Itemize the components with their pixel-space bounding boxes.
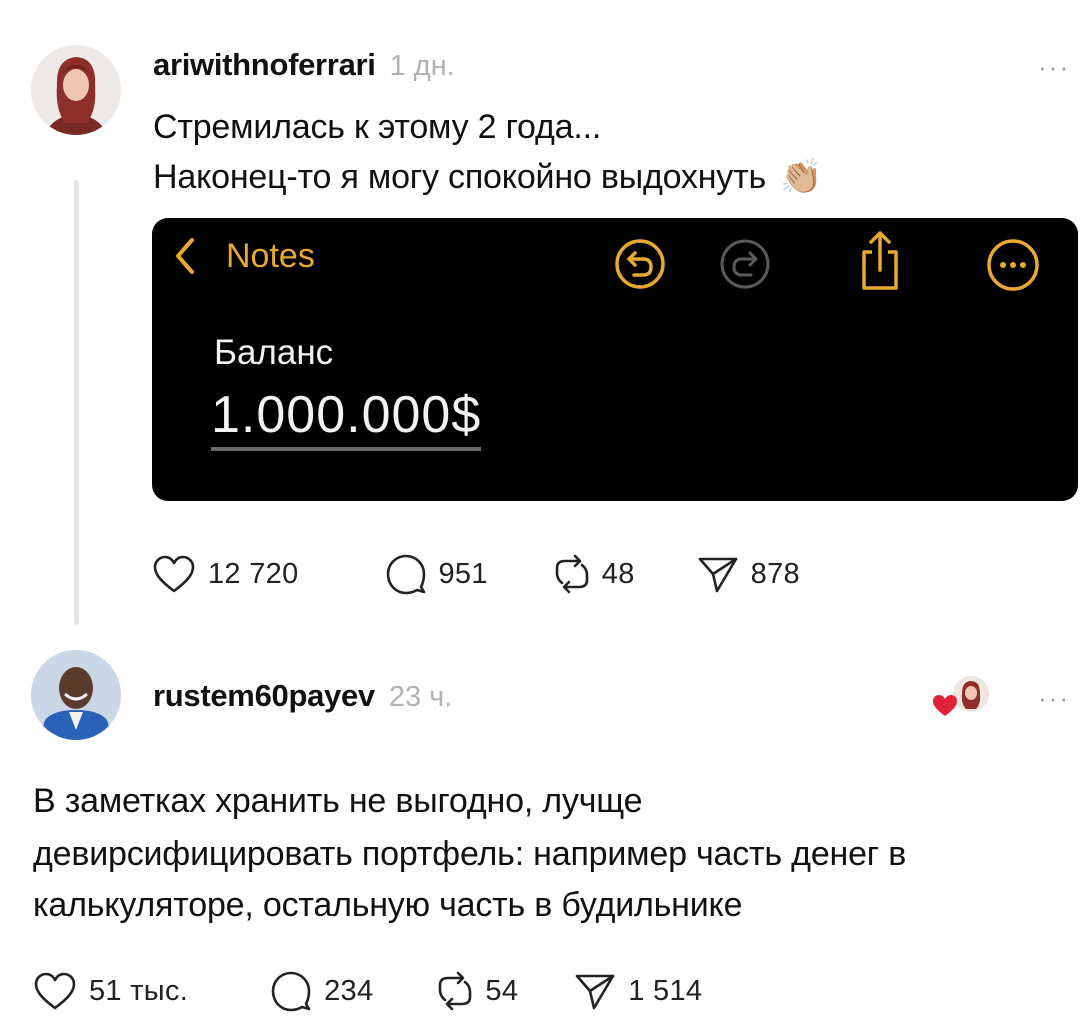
post-username[interactable]: ariwithnoferrari — [153, 47, 376, 83]
reply-repost-button[interactable]: 54 — [437, 970, 518, 1012]
undo-icon[interactable] — [612, 236, 668, 292]
heart-icon — [34, 972, 76, 1010]
reply-text-line-1: В заметках хранить не выгодно, лучще — [33, 782, 643, 820]
reply-more-options-icon[interactable]: ··· — [1038, 683, 1070, 714]
reply-text-line-2: девирсифицировать портфель: например час… — [33, 835, 907, 873]
comment-icon — [271, 971, 311, 1012]
reply-actions: 51 тыс. 234 54 1 514 — [33, 970, 702, 1012]
repost-icon — [439, 971, 472, 1011]
chevron-left-icon — [176, 238, 194, 274]
notes-back-button[interactable]: Notes — [172, 236, 315, 276]
post-text-line-2: Наконец-то я могу спокойно выдохнуть — [153, 158, 766, 196]
reply-text-line-3: калькуляторе, остальную часть в будильни… — [33, 886, 743, 924]
post-actions: 12 720 951 48 878 — [152, 553, 800, 595]
reply-share-button[interactable]: 1 514 — [574, 971, 702, 1011]
more-circle-icon[interactable] — [984, 236, 1042, 294]
post-time: 1 дн. — [389, 50, 455, 82]
share-icon — [575, 974, 615, 1010]
heart-icon — [153, 555, 195, 593]
notes-balance-amount: 1.000.000$ — [211, 383, 482, 451]
notes-balance-label: Баланс — [214, 333, 334, 372]
avatar-ariwithnoferrari[interactable] — [31, 45, 121, 135]
repost-icon — [555, 554, 589, 594]
post-text-line-1: Стремилась к этому 2 года... — [153, 108, 602, 146]
share-button[interactable]: 878 — [697, 554, 800, 594]
reply-repost-count: 54 — [485, 974, 519, 1007]
share-export-icon[interactable] — [852, 228, 908, 294]
comment-button[interactable]: 951 — [385, 553, 488, 595]
comment-count: 951 — [438, 557, 488, 590]
like-count: 12 720 — [208, 557, 299, 590]
reply-share-count: 1 514 — [628, 974, 703, 1007]
reply-like-button[interactable]: 51 тыс. — [33, 971, 188, 1011]
repost-button[interactable]: 48 — [554, 553, 635, 595]
post-image-notes-screenshot[interactable]: Notes Баланс 1.000.000$ — [152, 218, 1078, 501]
avatar-rustem60payev[interactable] — [31, 650, 121, 740]
repost-count: 48 — [601, 557, 635, 590]
notes-back-label: Notes — [226, 236, 315, 275]
comment-icon — [386, 554, 425, 595]
reply-time: 23 ч. — [388, 681, 453, 713]
liked-heart-icon — [933, 695, 957, 716]
like-button[interactable]: 12 720 — [152, 554, 299, 594]
reply-comment-button[interactable]: 234 — [270, 970, 373, 1012]
reply-like-count: 51 тыс. — [89, 974, 189, 1007]
share-count: 878 — [750, 557, 800, 590]
redo-icon[interactable] — [717, 236, 773, 292]
share-icon — [698, 557, 737, 593]
clapping-hands-emoji: 👏🏼 — [780, 158, 823, 196]
thread-line — [74, 180, 79, 625]
reply-comment-count: 234 — [324, 974, 374, 1007]
reply-username[interactable]: rustem60payev — [153, 678, 375, 714]
more-options-icon[interactable]: ··· — [1038, 52, 1070, 83]
